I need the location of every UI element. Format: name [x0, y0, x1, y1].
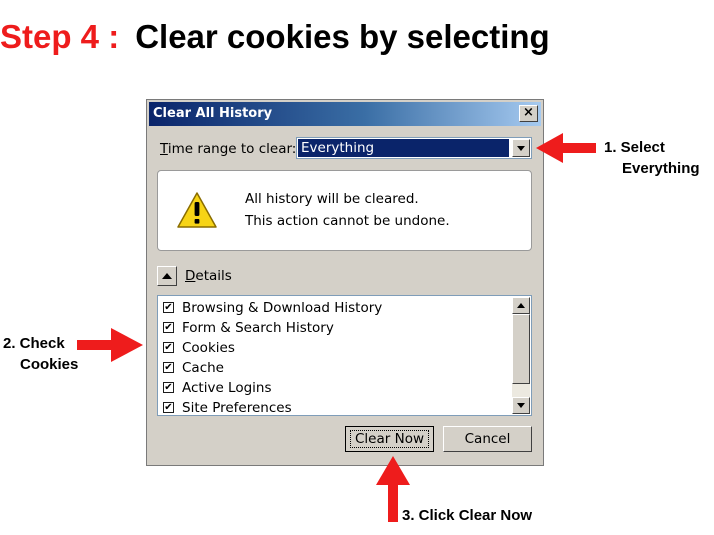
annotation-check: 2. Check Cookies — [3, 335, 79, 373]
annotation-select: 1. Select Everything — [604, 139, 700, 177]
annotation-arrows — [77, 133, 596, 522]
annotation-click: 3. Click Clear Now — [402, 507, 533, 524]
arrow-select-everything — [536, 133, 596, 163]
arrow-check-cookies — [77, 328, 143, 362]
